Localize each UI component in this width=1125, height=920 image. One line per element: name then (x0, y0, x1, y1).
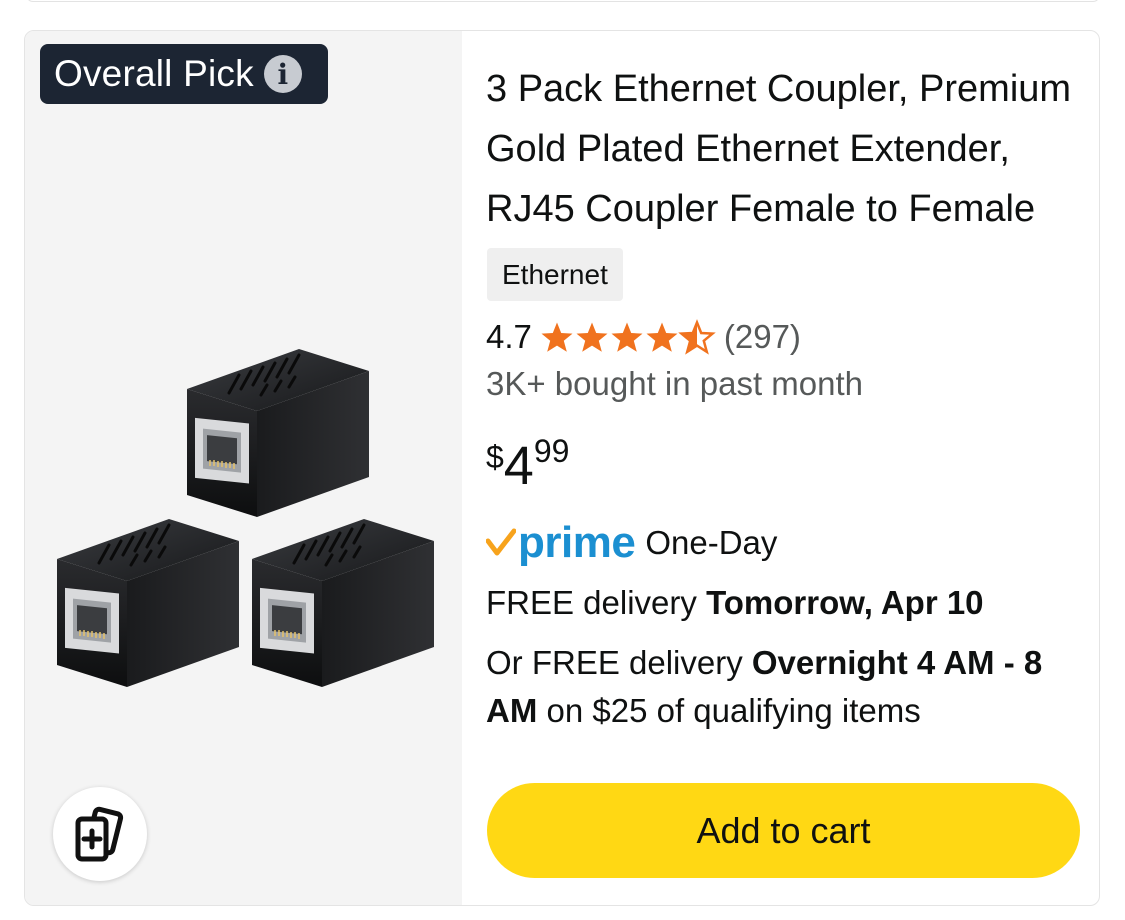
price-whole: 4 (503, 436, 534, 496)
delivery-prefix: FREE delivery (486, 584, 707, 621)
alt-delivery-prefix: Or FREE delivery (486, 644, 752, 681)
delivery-info: FREE delivery Tomorrow, Apr 10 (486, 579, 984, 627)
bought-count: 3K+ bought in past month (486, 365, 864, 402)
prime-check-icon (486, 528, 516, 556)
prime-logo: prime (486, 518, 636, 567)
alt-delivery-suffix: on $25 of qualifying items (537, 692, 921, 729)
prime-badge: prime One-Day (486, 517, 777, 569)
overall-pick-badge: Overall Pick i (40, 44, 328, 104)
product-image[interactable] (47, 327, 447, 697)
product-title[interactable]: 3 Pack Ethernet Coupler, Premium Gold Pl… (486, 59, 1081, 239)
price-fraction: 99 (533, 433, 570, 469)
rating-value: 4.7 (486, 318, 532, 355)
price-symbol: $ (486, 439, 504, 475)
rating-row[interactable]: 4.7 (297) (486, 315, 801, 359)
category-tag: Ethernet (487, 248, 623, 301)
prime-word: prime (518, 518, 636, 567)
rating-count[interactable]: (297) (724, 318, 801, 356)
product-image-pane[interactable]: Overall Pick i (25, 31, 462, 905)
previous-result-card-edge (26, 0, 1100, 2)
star-rating-icon (541, 321, 714, 354)
info-icon[interactable]: i (263, 55, 302, 93)
compare-button[interactable] (53, 787, 147, 881)
price: $ 4 99 (486, 429, 569, 499)
product-details: 3 Pack Ethernet Coupler, Premium Gold Pl… (486, 31, 1099, 905)
prime-delivery-type: One-Day (645, 524, 778, 561)
add-to-cart-button[interactable]: Add to cart (487, 783, 1080, 878)
alt-delivery-info: Or FREE delivery Overnight 4 AM - 8 AM o… (486, 639, 1076, 735)
compare-cards-icon (75, 806, 124, 862)
delivery-date: Tomorrow, Apr 10 (706, 584, 984, 621)
product-card[interactable]: Overall Pick i 3 Pack Ethernet Coupler, … (24, 30, 1100, 906)
badge-label: Overall Pick (54, 53, 254, 94)
